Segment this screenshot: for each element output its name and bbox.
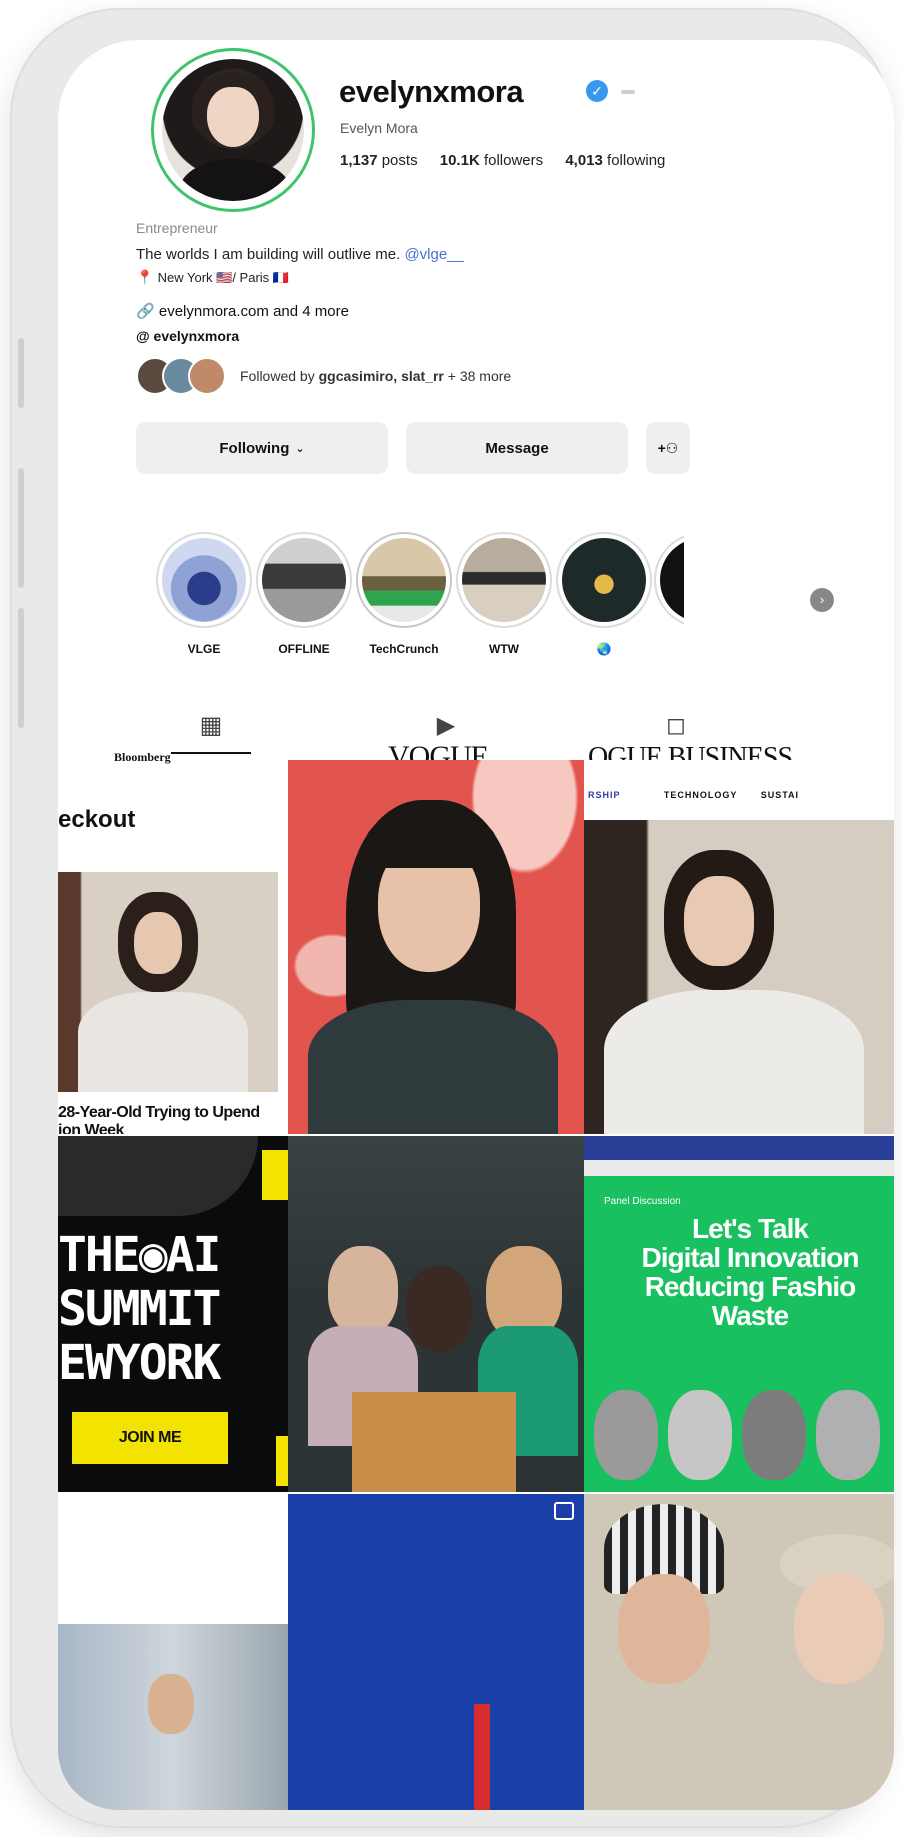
highlight-globe[interactable]: 🌏 <box>554 532 654 656</box>
post-hats-photo[interactable] <box>584 1494 894 1810</box>
followed-by-text: Followed by ggcasimiro, slat_rr + 38 mor… <box>240 368 512 384</box>
join-me-button: JOIN ME <box>72 1412 228 1464</box>
chevron-down-icon: ⌄ <box>295 442 305 455</box>
post-avatar-render[interactable] <box>288 760 584 1134</box>
highlight-image <box>462 538 546 622</box>
threads-handle: evelynxmora <box>153 328 240 344</box>
location-pin-icon: 📍 <box>136 269 154 285</box>
reels-icon: ▶ <box>436 712 456 739</box>
volume-button <box>18 338 24 408</box>
highlight-image <box>262 538 346 622</box>
bio-location: New York 🇺🇸/ Paris 🇫🇷 <box>157 270 289 285</box>
avatar-image <box>162 59 304 201</box>
profile-action-buttons: Following ⌄ Message +⚇ <box>136 422 690 474</box>
highlight-image <box>362 538 446 622</box>
highlight-label: VLGE <box>187 642 221 656</box>
vogue-business-nav: RSHIP TECHNOLOGY SUSTAI <box>588 790 800 800</box>
post-photo <box>58 872 278 1092</box>
bloomberg-logo: Bloomberg <box>114 750 171 764</box>
post-ai-summit[interactable]: THE◉AI SUMMIT EWYORK JOIN ME <box>58 1136 288 1492</box>
follower-avatar <box>188 357 226 395</box>
post-photo <box>584 820 894 1134</box>
highlight-label: 🌏 <box>596 642 612 656</box>
multi-post-icon <box>554 1502 574 1520</box>
highlight-vlge[interactable]: VLGE <box>154 532 254 656</box>
more-options-icon[interactable] <box>621 90 635 94</box>
profile-bio: The worlds I am building will outlive me… <box>136 244 736 289</box>
highlight-label: WTW <box>489 642 519 656</box>
volume-button <box>18 468 24 588</box>
profile-link[interactable]: 🔗 evelynmora.com and 4 more <box>136 302 349 320</box>
post-bloomberg[interactable]: eckout 28-Year-Old Trying to Upend ion W… <box>58 792 288 1134</box>
highlight-offline[interactable]: OFFLINE <box>254 532 354 656</box>
profile-link-text: evelynmora.com and 4 more <box>158 303 349 320</box>
bio-mention-link[interactable]: @vlge__ <box>404 246 463 263</box>
highlight-image <box>660 538 684 622</box>
add-user-icon: +⚇ <box>657 439 679 456</box>
post-vogue-business[interactable]: RSHIP TECHNOLOGY SUSTAI <box>584 760 894 1134</box>
verified-badge-icon: ✓ <box>586 80 608 102</box>
profile-screen: evelynxmora ✓ Evelyn Mora 1,137 posts 10… <box>58 40 894 1810</box>
grid-icon: ▦ <box>199 712 223 739</box>
followed-by[interactable]: Followed by ggcasimiro, slat_rr + 38 mor… <box>136 357 512 395</box>
tagged-user-icon: ◻ <box>666 712 686 739</box>
chevron-right-icon[interactable]: › <box>810 588 834 612</box>
highlight-wtw[interactable]: WTW <box>454 532 554 656</box>
add-user-button[interactable]: +⚇ <box>646 422 690 474</box>
threads-icon: @ <box>136 328 150 344</box>
post-columbia-classroom[interactable] <box>288 1136 584 1492</box>
highlight-techcrunch[interactable]: TechCrunch <box>354 532 454 656</box>
profile-full-name: Evelyn Mora <box>340 120 418 136</box>
profile-category: Entrepreneur <box>136 220 218 236</box>
posts-count[interactable]: 1,137 posts <box>340 152 418 169</box>
ai-summit-title: THE◉AI SUMMIT EWYORK <box>58 1227 221 1391</box>
post-panel-discussion[interactable]: Panel Discussion Let's Talk Digital Inno… <box>584 1136 894 1492</box>
post-headline-top: eckout <box>58 806 136 833</box>
following-count[interactable]: 4,013 following <box>565 152 665 169</box>
link-icon: 🔗 <box>136 303 155 320</box>
profile-username: evelynxmora <box>339 74 524 109</box>
highlight-partial[interactable] <box>654 532 684 628</box>
volume-button <box>18 608 24 728</box>
following-button[interactable]: Following ⌄ <box>136 422 388 474</box>
phone-frame: evelynxmora ✓ Evelyn Mora 1,137 posts 10… <box>10 8 894 1828</box>
post-headline: 28-Year-Old Trying to Upend ion Week <box>58 1104 260 1134</box>
panel-small-text: Panel Discussion <box>604 1196 681 1207</box>
threads-link[interactable]: @ evelynxmora <box>136 328 239 344</box>
post-street-photo[interactable] <box>58 1494 288 1810</box>
highlight-image <box>562 538 646 622</box>
message-button[interactable]: Message <box>406 422 628 474</box>
highlight-image <box>162 538 246 622</box>
highlight-label: TechCrunch <box>369 642 439 656</box>
profile-stats: 1,137 posts 10.1K followers 4,013 follow… <box>340 152 683 169</box>
post-blue-sky[interactable] <box>288 1494 584 1810</box>
followers-count[interactable]: 10.1K followers <box>440 152 543 169</box>
panel-title: Let's Talk Digital Innovation Reducing F… <box>641 1213 860 1331</box>
profile-avatar[interactable] <box>151 48 315 212</box>
highlight-label: OFFLINE <box>278 642 330 656</box>
bio-text: The worlds I am building will outlive me… <box>136 246 401 263</box>
